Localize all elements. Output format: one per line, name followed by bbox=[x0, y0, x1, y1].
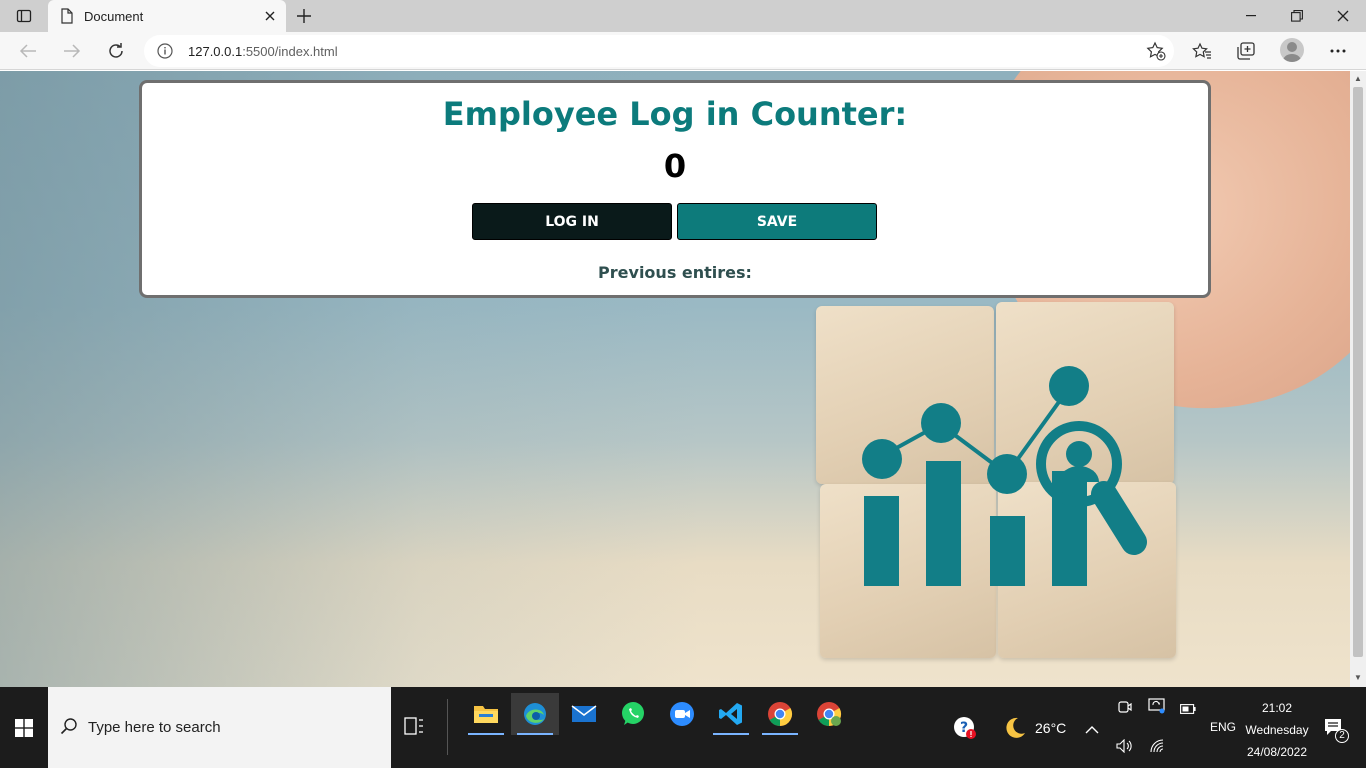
favorites-icon[interactable] bbox=[1186, 36, 1218, 66]
meet-now-icon[interactable] bbox=[1117, 699, 1133, 718]
windows-start-icon[interactable] bbox=[0, 687, 48, 768]
zoom-icon[interactable] bbox=[658, 693, 706, 735]
tab-bar: Document bbox=[0, 0, 1366, 32]
add-favorite-icon[interactable] bbox=[1146, 41, 1166, 61]
moon-weather-icon[interactable] bbox=[1003, 716, 1027, 743]
tab-title: Document bbox=[84, 9, 144, 24]
scrollbar-thumb[interactable] bbox=[1353, 87, 1363, 657]
chevron-up-icon[interactable] bbox=[1085, 722, 1099, 737]
back-icon[interactable] bbox=[12, 36, 44, 66]
page-viewport: Employee Log in Counter: 0 LOG IN SAVE P… bbox=[0, 71, 1350, 687]
counter-card: Employee Log in Counter: 0 LOG IN SAVE P… bbox=[139, 80, 1211, 298]
url-text: 127.0.0.1:5500/index.html bbox=[188, 44, 338, 59]
whatsapp-icon[interactable] bbox=[609, 693, 657, 735]
minimize-icon[interactable] bbox=[1228, 0, 1274, 32]
notification-count: 2 bbox=[1335, 729, 1349, 743]
display-sync-icon[interactable] bbox=[1148, 698, 1166, 717]
clock-day: Wednesday bbox=[1245, 723, 1309, 737]
weather-temperature[interactable]: 26°C bbox=[1035, 720, 1066, 736]
previous-entries-label: Previous entires: bbox=[598, 263, 752, 282]
battery-icon[interactable] bbox=[1180, 702, 1196, 717]
profile-avatar[interactable] bbox=[1280, 38, 1304, 62]
more-options-icon[interactable] bbox=[1322, 36, 1354, 66]
vscode-icon[interactable] bbox=[707, 693, 755, 735]
taskbar-search-box[interactable]: Type here to search bbox=[48, 687, 391, 768]
page-title: Employee Log in Counter: bbox=[442, 95, 908, 133]
info-icon[interactable] bbox=[156, 42, 174, 60]
restore-icon[interactable] bbox=[1274, 0, 1320, 32]
chrome-profile-icon[interactable] bbox=[805, 693, 853, 735]
search-placeholder: Type here to search bbox=[88, 719, 221, 736]
address-bar[interactable]: 127.0.0.1:5500/index.html bbox=[144, 35, 1174, 67]
wifi-icon[interactable] bbox=[1150, 739, 1166, 756]
close-window-icon[interactable] bbox=[1320, 0, 1366, 32]
windows-taskbar: Type here to search ? 26°C ENG 21:02 Wed… bbox=[0, 687, 1366, 768]
help-icon[interactable]: ? bbox=[953, 716, 977, 743]
url-path: :5500/index.html bbox=[242, 44, 338, 59]
volume-icon[interactable] bbox=[1116, 738, 1134, 756]
mail-icon[interactable] bbox=[560, 693, 608, 735]
scroll-up-icon[interactable]: ▲ bbox=[1353, 74, 1363, 84]
collections-icon[interactable] bbox=[1230, 36, 1262, 66]
language-indicator[interactable]: ENG bbox=[1210, 720, 1236, 734]
clock[interactable]: 21:02 Wednesday 24/08/2022 bbox=[1240, 697, 1314, 763]
page-scrollbar[interactable]: ▲ ▼ bbox=[1350, 71, 1366, 687]
refresh-icon[interactable] bbox=[100, 36, 132, 66]
browser-toolbar: 127.0.0.1:5500/index.html bbox=[0, 32, 1366, 70]
page-icon bbox=[60, 8, 74, 27]
background-wooden-blocks bbox=[812, 302, 1182, 666]
clock-date: 24/08/2022 bbox=[1246, 745, 1308, 759]
file-explorer-icon[interactable] bbox=[462, 693, 510, 735]
search-icon bbox=[60, 717, 78, 738]
edge-icon[interactable] bbox=[511, 693, 559, 735]
save-button[interactable]: SAVE bbox=[677, 203, 877, 240]
forward-icon[interactable] bbox=[56, 36, 88, 66]
analytics-icon bbox=[862, 366, 1147, 586]
browser-tab[interactable]: Document bbox=[48, 0, 286, 32]
counter-value: 0 bbox=[663, 147, 687, 185]
clock-time: 21:02 bbox=[1261, 701, 1293, 715]
log-in-button[interactable]: LOG IN bbox=[472, 203, 672, 240]
tab-actions-icon[interactable] bbox=[10, 0, 38, 32]
taskbar-divider bbox=[447, 699, 448, 755]
scroll-down-icon[interactable]: ▼ bbox=[1353, 673, 1363, 683]
url-host: 127.0.0.1 bbox=[188, 44, 243, 59]
chrome-icon[interactable] bbox=[756, 693, 804, 735]
new-tab-button[interactable] bbox=[290, 4, 318, 28]
task-view-icon[interactable] bbox=[404, 717, 424, 738]
close-tab-icon[interactable] bbox=[260, 6, 280, 26]
